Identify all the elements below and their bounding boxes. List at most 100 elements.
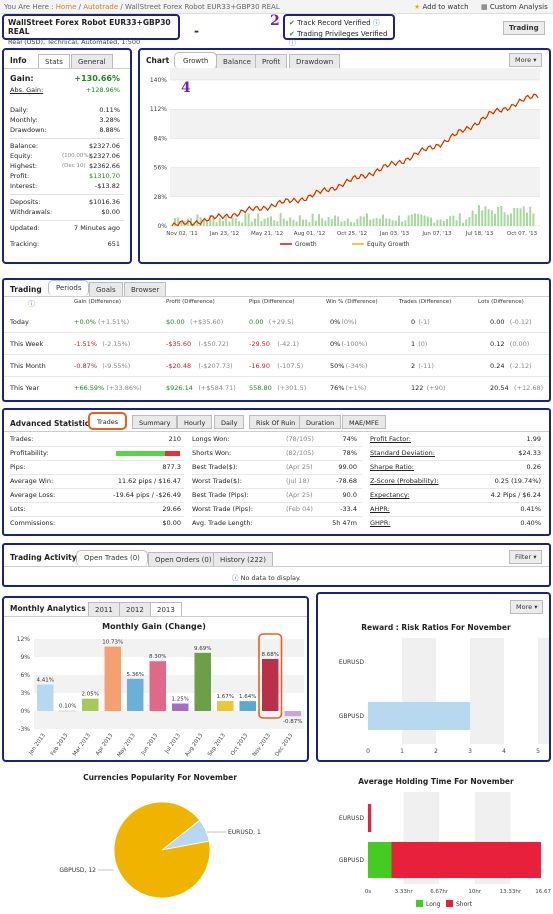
x-tick-label: Jan 2013 [27, 732, 47, 757]
more-dropdown[interactable]: More ▾ [509, 53, 543, 67]
info-row-note: (Dec 10) [62, 163, 86, 169]
trading-button[interactable]: Trading [503, 21, 545, 35]
volume-bar [375, 218, 378, 226]
stat-value: $24.33 [518, 449, 541, 457]
stat-label: Z-Score (Probability): [370, 477, 439, 485]
volume-bar [420, 214, 423, 226]
chart-title: Chart [146, 56, 170, 65]
table-cell: 122 [411, 384, 424, 392]
stat-note: (82/105) [286, 449, 314, 457]
bar-label: 1.64% [239, 694, 256, 700]
legend-long-swatch [416, 900, 423, 907]
legend-long-label: Long [426, 901, 441, 908]
tab-mae-mfe[interactable]: MAE/MFE [342, 415, 386, 429]
table-header: Trades (Difference) [399, 299, 452, 305]
row-divider [370, 460, 544, 461]
stat-value: 4.2 Pips / $6.24 [490, 491, 541, 499]
tab-risk-of-ruin[interactable]: Risk Of Ruin [249, 415, 303, 429]
tab-general[interactable]: General [71, 54, 113, 68]
breadcrumb-home-link[interactable]: Home [56, 3, 77, 11]
tab-duration[interactable]: Duration [299, 415, 342, 429]
currencies-pie-chart: Currencies Popularity For November EURUSD… [59, 773, 261, 899]
volume-bar [455, 220, 458, 226]
tab-browser[interactable]: Browser [124, 282, 167, 296]
volume-bar [481, 210, 484, 226]
info-row-value: $1310.70 [88, 172, 120, 180]
table-cell: -$20.48 [166, 362, 192, 370]
breadcrumb-autotrade-link[interactable]: Autotrade [83, 3, 118, 11]
tab-history[interactable]: History (222) [213, 552, 273, 566]
volume-bar [484, 206, 487, 226]
bar-feb-2013 [59, 710, 76, 712]
x-tick-label: Jul 2013 [164, 732, 183, 755]
info-row-note: (100.00%) [62, 153, 91, 159]
trading-panel: Trading Periods Goals Browser ⓘ Gain (Di… [2, 278, 551, 402]
x-tick-label: 3.33hr [395, 889, 414, 895]
volume-bar [362, 216, 365, 226]
row-divider [10, 488, 184, 489]
volume-bar [231, 217, 234, 226]
annotation-2: 2 [270, 13, 280, 29]
tab-open-trades[interactable]: Open Trades (0) [76, 550, 148, 566]
x-tick-label: Oct 25, '12 [337, 231, 367, 237]
tab-summary[interactable]: Summary [132, 415, 178, 429]
info-row-value: 8.88% [99, 126, 120, 134]
stat-label: Average Win: [10, 477, 54, 485]
table-cell: 1 [411, 340, 416, 348]
annotation-dash: - [194, 24, 199, 38]
info-row-label: Equity: [10, 152, 33, 160]
grid-band [170, 167, 540, 197]
stat-value: 11.62 pips / $16.47 [117, 477, 181, 485]
tab-growth[interactable]: Growth [174, 52, 218, 69]
tab-2013[interactable]: 2013 [150, 602, 182, 616]
filter-dropdown[interactable]: Filter ▾ [509, 550, 543, 564]
tab-2012[interactable]: 2012 [119, 602, 151, 616]
stat-value: 0.40% [520, 519, 541, 527]
stat-value: -78.68 [336, 477, 357, 485]
tab-2011[interactable]: 2011 [88, 602, 120, 616]
account-details: Real (USD), Technical, Automated, 1:500 [8, 38, 141, 46]
more-dropdown[interactable]: More ▾ [510, 600, 544, 614]
info-icon[interactable]: ⓘ [28, 299, 35, 309]
info-row-label: Interest: [10, 182, 38, 190]
info-row-value: 651 [107, 240, 120, 248]
table-cell-diff: (-9.55%) [102, 362, 131, 370]
bar-oct-2013 [239, 701, 256, 711]
tab-daily[interactable]: Daily [214, 415, 245, 429]
custom-analysis-link[interactable]: ▦ Custom Analysis [481, 3, 548, 11]
bar-dec-2013 [284, 711, 301, 717]
tab-periods[interactable]: Periods [48, 280, 90, 296]
bar-may-2013 [127, 678, 144, 711]
stat-label: Commissions: [10, 519, 56, 527]
tab-profit[interactable]: Profit [255, 54, 288, 68]
volume-bar [222, 220, 224, 226]
tab-open-orders[interactable]: Open Orders (0) [148, 552, 219, 566]
reward-risk-chart: Reward : Risk Ratios For November 0 1 2 3 4 5 E… [339, 623, 549, 755]
profitability-loss-bar [164, 451, 180, 456]
y-category-label: GBPUSD [339, 713, 365, 720]
volume-bar [273, 220, 276, 226]
tab-trades[interactable]: Trades [88, 412, 128, 430]
bar-mar-2013 [82, 698, 99, 711]
table-cell: -1.51% [74, 340, 97, 348]
tab-drawdown[interactable]: Drawdown [289, 54, 341, 68]
volume-bar [308, 222, 311, 226]
add-to-watch-link[interactable]: ★ Add to watch [414, 3, 469, 11]
volume-bar [503, 212, 506, 226]
tab-goals[interactable]: Goals [89, 282, 123, 296]
volume-bar [286, 220, 288, 226]
x-tick-label: 4 [502, 748, 506, 755]
volume-bar [350, 222, 352, 226]
volume-bar [430, 217, 432, 226]
tab-hourly[interactable]: Hourly [177, 415, 213, 429]
chart-title: Currencies Popularity For November [83, 773, 237, 782]
stat-value: 78% [342, 449, 357, 457]
tab-balance[interactable]: Balance [216, 54, 258, 68]
volume-bar [244, 213, 247, 226]
table-cell: 0% [330, 340, 341, 348]
info-icon[interactable]: ⓘ [289, 39, 296, 47]
volume-bar [516, 208, 519, 226]
table-cell: 0.00 [249, 318, 264, 326]
info-icon[interactable]: ⓘ [373, 19, 380, 27]
tab-stats[interactable]: Stats [38, 54, 70, 68]
